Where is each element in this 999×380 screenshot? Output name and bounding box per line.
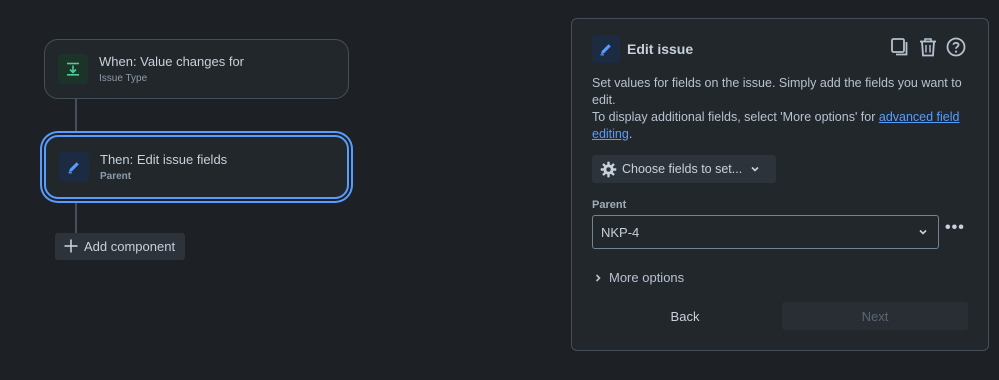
chevron-down-icon bbox=[750, 164, 760, 174]
flow-connector-top bbox=[75, 99, 77, 135]
chevron-right-icon bbox=[594, 273, 602, 283]
action-card[interactable]: Then: Edit issue fields Parent bbox=[44, 135, 349, 199]
choose-fields-label: Choose fields to set... bbox=[622, 162, 743, 176]
description-line-2: To display additional fields, select 'Mo… bbox=[592, 109, 972, 143]
help-icon[interactable] bbox=[946, 37, 966, 57]
panel-header-actions bbox=[890, 37, 966, 57]
action-title: Then: Edit issue fields bbox=[100, 151, 228, 167]
trigger-title: When: Value changes for bbox=[99, 53, 245, 69]
description-prefix: To display additional fields, select 'Mo… bbox=[592, 110, 879, 124]
trigger-subtitle: Issue Type bbox=[99, 72, 148, 84]
action-subtitle: Parent bbox=[100, 170, 132, 182]
trigger-card[interactable]: When: Value changes for Issue Type bbox=[44, 39, 349, 99]
parent-field-label: Parent bbox=[592, 199, 627, 211]
panel-description: Set values for fields on the issue. Simp… bbox=[592, 75, 972, 143]
next-button[interactable]: Next bbox=[782, 302, 968, 330]
action-card-text: Then: Edit issue fields Parent bbox=[100, 151, 227, 184]
trash-icon[interactable] bbox=[918, 37, 938, 57]
back-button[interactable]: Back bbox=[592, 302, 778, 330]
edit-issue-panel: Edit issue Set values for fields on the … bbox=[571, 18, 989, 351]
description-suffix: . bbox=[628, 127, 633, 141]
gear-icon bbox=[600, 161, 617, 178]
more-actions-icon[interactable]: ••• bbox=[945, 219, 965, 237]
more-options-label: More options bbox=[609, 270, 685, 285]
choose-fields-button[interactable]: Choose fields to set... bbox=[592, 155, 776, 183]
parent-select[interactable]: NKP-4 bbox=[592, 215, 939, 249]
add-component-label: Add component bbox=[84, 239, 176, 254]
more-options-toggle[interactable]: More options bbox=[594, 270, 684, 285]
duplicate-icon[interactable] bbox=[890, 37, 910, 57]
chevron-down-icon bbox=[918, 227, 928, 237]
parent-select-value: NKP-4 bbox=[601, 224, 640, 240]
panel-header: Edit issue bbox=[592, 35, 693, 63]
description-line-1: Set values for fields on the issue. Simp… bbox=[592, 76, 962, 107]
add-component-button[interactable]: Add component bbox=[55, 233, 185, 260]
panel-title: Edit issue bbox=[627, 41, 694, 57]
pencil-icon bbox=[592, 35, 620, 63]
download-arrow-icon bbox=[58, 54, 88, 84]
pencil-icon bbox=[59, 152, 89, 182]
trigger-card-text: When: Value changes for Issue Type bbox=[99, 53, 244, 86]
flow-connector-bottom bbox=[75, 199, 77, 233]
plus-icon bbox=[64, 237, 78, 257]
